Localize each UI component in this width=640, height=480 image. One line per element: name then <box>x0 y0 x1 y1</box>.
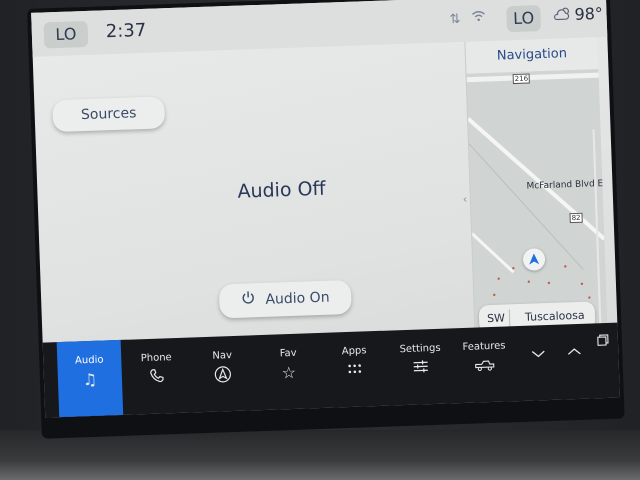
audio-on-label: Audio On <box>265 289 330 308</box>
sources-button[interactable]: Sources <box>52 96 166 133</box>
cloud-sun-icon <box>553 6 572 27</box>
apps-grid-icon <box>323 360 386 381</box>
nav-arrow-icon <box>192 364 255 388</box>
star-icon: ☆ <box>281 362 297 383</box>
chevron-left-icon[interactable]: ‹ <box>463 193 468 206</box>
bottom-dock: Audio ♫ Phone Nav Fav ☆ Apps Settings Fe… <box>42 322 620 418</box>
copy-icon <box>591 331 616 351</box>
dock-audio-label: Audio <box>74 354 104 367</box>
navigation-title[interactable]: Navigation <box>465 37 599 74</box>
dock-chevron-down[interactable] <box>520 325 557 401</box>
audio-status-text: Audio Off <box>237 177 326 203</box>
heading-label: SW <box>486 311 506 326</box>
dock-settings[interactable]: Settings <box>388 328 453 405</box>
map-view[interactable]: 216 82 McFarland Blvd E SW Tuscaloosa <box>466 69 608 332</box>
truck-icon <box>453 355 516 376</box>
route-shield-2: 82 <box>569 212 583 224</box>
dock-nav[interactable]: Nav <box>191 335 256 412</box>
audio-on-button[interactable]: Audio On <box>218 279 352 319</box>
music-note-icon: ♫ <box>82 369 98 390</box>
dock-settings-label: Settings <box>399 342 441 356</box>
location-divider <box>508 309 511 328</box>
dock-apps[interactable]: Apps <box>322 331 387 408</box>
data-transfer-icon: ⇅ <box>449 11 461 28</box>
dock-phone-label: Phone <box>140 352 172 365</box>
dock-fav[interactable]: Fav ☆ <box>257 333 322 410</box>
dock-apps-label: Apps <box>341 345 367 358</box>
dock-chevron-up[interactable] <box>558 324 591 400</box>
power-icon <box>240 283 255 317</box>
wifi-icon <box>471 9 486 27</box>
vehicle-position-icon <box>522 248 546 271</box>
sources-label: Sources <box>80 105 137 124</box>
dock-fav-label: Fav <box>279 347 297 360</box>
dock-features[interactable]: Features <box>452 326 517 403</box>
city-label: Tuscaloosa <box>524 308 585 324</box>
infotainment-screen: LO 2:37 ⇅ LO 98° Sources Audio Off Audio… <box>27 0 625 439</box>
dock-nav-label: Nav <box>212 350 233 362</box>
dashboard-trim <box>0 430 640 480</box>
clock: 2:37 <box>105 19 147 43</box>
display-area: LO 2:37 ⇅ LO 98° Sources Audio Off Audio… <box>31 0 620 418</box>
phone-icon <box>126 367 189 389</box>
dock-phone[interactable]: Phone <box>125 338 190 415</box>
chevron-up-icon <box>559 340 590 360</box>
outside-temperature: 98° <box>574 3 604 24</box>
left-climate-button[interactable]: LO <box>43 20 89 49</box>
dock-audio[interactable]: Audio ♫ <box>56 339 124 418</box>
dock-features-label: Features <box>462 340 506 354</box>
dock-copy[interactable] <box>590 323 617 399</box>
sliders-icon <box>389 357 452 378</box>
chevron-down-icon <box>521 343 556 363</box>
route-shield-1: 216 <box>512 73 531 85</box>
right-climate-button[interactable]: LO <box>506 5 542 33</box>
navigation-panel[interactable]: Navigation 216 82 McFarland Blvd E SW Tu… <box>464 37 608 332</box>
